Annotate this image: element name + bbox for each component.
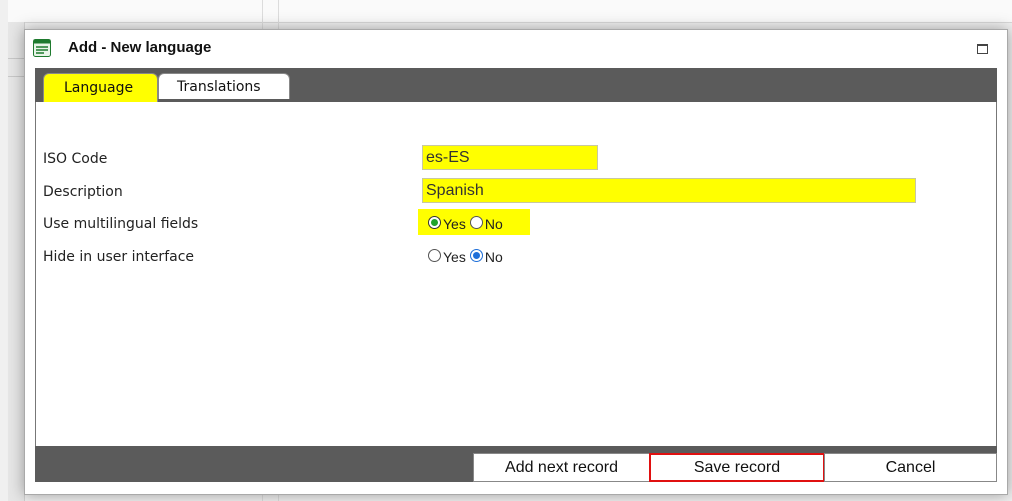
use-multilingual-label: Use multilingual fields [43,216,199,232]
background-row-gutter [8,22,25,501]
cancel-button[interactable]: Cancel [824,453,997,482]
hide-in-ui-radio-group: Yes No [428,242,507,268]
background-header-strip [8,0,1012,23]
tab-translations-label: Translations [177,78,261,95]
background-row-line [8,76,24,77]
iso-code-label: ISO Code [43,151,108,167]
background-row-line [8,58,24,59]
tab-bar: Language Translations [35,68,997,102]
add-language-dialog: Add - New language Language Translations… [24,29,1008,495]
use-multilingual-radio-group: Yes No [418,209,530,235]
form-content: ISO Code es-ES Description Spanish Use m… [35,102,997,446]
iso-code-input[interactable]: es-ES [422,145,598,170]
use-multilingual-no-label[interactable]: No [485,216,503,232]
dialog-title: Add - New language [68,39,212,56]
dialog-bottom-edge [35,482,997,486]
hide-in-ui-yes-radio[interactable] [428,248,441,262]
tab-translations[interactable]: Translations [158,73,290,99]
description-input[interactable]: Spanish [422,178,916,203]
add-next-record-button[interactable]: Add next record [473,453,650,482]
save-record-button[interactable]: Save record [649,453,825,482]
dialog-footer: Add next record Save record Cancel [35,446,997,482]
hide-in-ui-no-label[interactable]: No [485,249,503,265]
tab-language-label: Language [64,80,134,96]
dialog-titlebar[interactable]: Add - New language [25,30,1007,66]
hide-in-ui-yes-label[interactable]: Yes [443,249,466,265]
use-multilingual-no-radio[interactable] [469,215,483,229]
tab-language[interactable]: Language [43,73,158,102]
form-icon [33,39,51,57]
maximize-icon[interactable] [977,44,988,54]
use-multilingual-yes-label[interactable]: Yes [443,216,466,232]
hide-in-ui-no-radio[interactable] [469,248,483,262]
hide-in-ui-label: Hide in user interface [43,249,195,265]
description-label: Description [43,184,123,200]
use-multilingual-yes-radio[interactable] [428,215,441,229]
